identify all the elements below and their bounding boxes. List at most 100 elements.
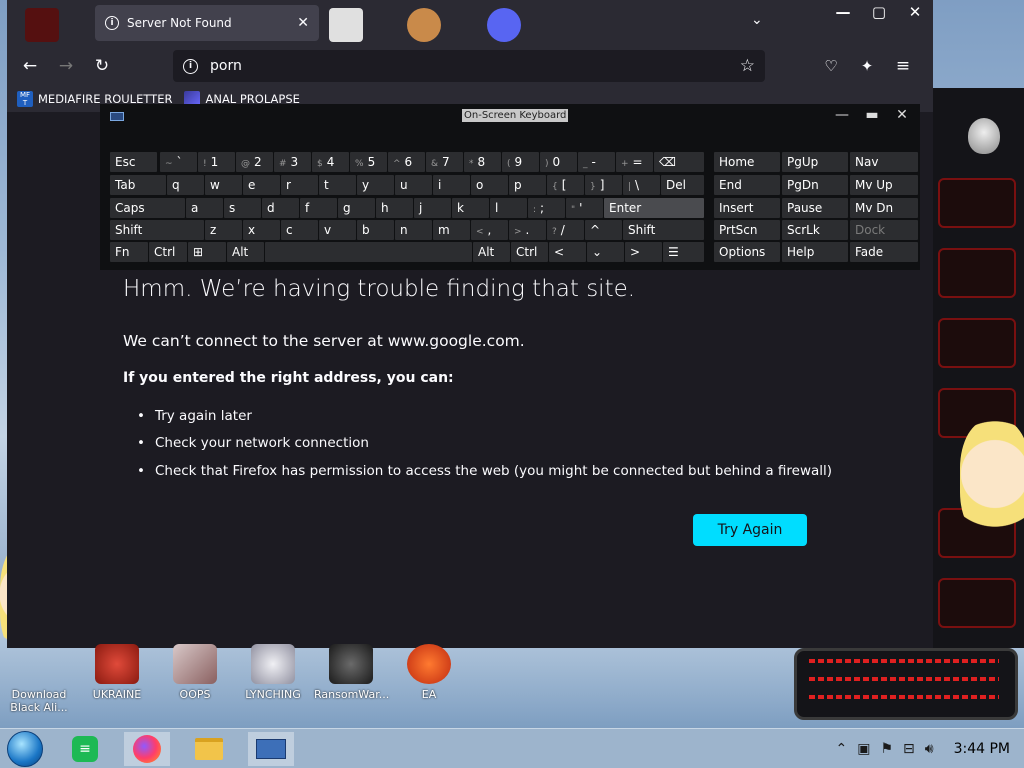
app-tray-icon[interactable]: ▣ — [857, 741, 870, 757]
osk-key-Tab[interactable]: Tab — [110, 175, 166, 195]
network-icon[interactable]: ⊟ — [903, 741, 915, 757]
osk-key-Ctrl[interactable]: Ctrl — [511, 242, 548, 262]
osk-key-nav[interactable]: Nav — [850, 152, 918, 172]
osk-key-x[interactable]: x — [243, 220, 280, 240]
osk-close-button[interactable]: ✕ — [894, 104, 910, 126]
pinned-tab-icon[interactable] — [25, 8, 59, 42]
osk-key-home[interactable]: Home — [714, 152, 780, 172]
show-hidden-icons-icon[interactable]: ⌃ — [835, 741, 847, 757]
try-again-button[interactable]: Try Again — [693, 514, 807, 546]
osk-key-u[interactable]: u — [395, 175, 432, 195]
osk-key-w[interactable]: w — [205, 175, 242, 195]
desktop-icon-ea[interactable]: EA — [392, 644, 466, 701]
tab-thumbnail[interactable] — [329, 8, 363, 42]
osk-key-<[interactable]: < — [549, 242, 586, 262]
osk-key-o[interactable]: o — [471, 175, 508, 195]
osk-key-Del[interactable]: Del — [661, 175, 704, 195]
osk-key-.[interactable]: >. — [509, 220, 546, 240]
osk-key-^[interactable]: ^ — [585, 220, 622, 240]
osk-titlebar[interactable]: On-Screen Keyboard — ▬ ✕ — [100, 104, 920, 128]
osk-key-/[interactable]: ? / — [547, 220, 584, 240]
site-info-icon[interactable]: i — [183, 58, 198, 74]
close-tab-icon[interactable]: ✕ — [297, 15, 309, 31]
osk-key-9[interactable]: (9 — [502, 152, 539, 172]
osk-key-mv-dn[interactable]: Mv Dn — [850, 198, 918, 218]
osk-key-z[interactable]: z — [205, 220, 242, 240]
osk-key-s[interactable]: s — [224, 198, 261, 218]
osk-key-y[interactable]: y — [357, 175, 394, 195]
osk-key-,[interactable]: <, — [471, 220, 508, 240]
osk-key-Caps[interactable]: Caps — [110, 198, 185, 218]
flag-icon[interactable]: ⚑ — [880, 741, 893, 757]
osk-key--[interactable]: _ - — [578, 152, 615, 172]
osk-key-Shift[interactable]: Shift — [623, 220, 704, 240]
minimize-button[interactable]: — — [825, 0, 861, 26]
osk-key-j[interactable]: j — [414, 198, 451, 218]
osk-key-8[interactable]: * 8 — [464, 152, 501, 172]
osk-key-a[interactable]: a — [186, 198, 223, 218]
osk-key-⌄[interactable]: ⌄ — [587, 242, 624, 262]
osk-key-☰[interactable]: ☰ — [663, 242, 704, 262]
osk-key-⊞[interactable]: ⊞ — [188, 242, 226, 262]
osk-key-[[interactable]: {[ — [547, 175, 584, 195]
osk-key-dock[interactable]: Dock — [850, 220, 918, 240]
osk-key-pgdn[interactable]: PgDn — [782, 175, 848, 195]
osk-key-'[interactable]: " ' — [566, 198, 603, 218]
osk-key-k[interactable]: k — [452, 198, 489, 218]
spotify-icon[interactable]: ≡ — [62, 732, 108, 766]
osk-key-;[interactable]: :; — [528, 198, 565, 218]
osk-key-n[interactable]: n — [395, 220, 432, 240]
chevron-down-icon[interactable]: ⌄ — [751, 12, 763, 28]
osk-key-f[interactable]: f — [300, 198, 337, 218]
clock[interactable]: 3:44 PM — [954, 741, 1010, 757]
osk-key-3[interactable]: #3 — [274, 152, 311, 172]
osk-key-0[interactable]: ) 0 — [540, 152, 577, 172]
osk-key-prtscn[interactable]: PrtScn — [714, 220, 780, 240]
osk-key-4[interactable]: $4 — [312, 152, 349, 172]
tab-server-not-found[interactable]: i Server Not Found ✕ — [95, 5, 319, 41]
osk-key-pgup[interactable]: PgUp — [782, 152, 848, 172]
osk-key-Fn[interactable]: Fn — [110, 242, 148, 262]
osk-key-g[interactable]: g — [338, 198, 375, 218]
start-button[interactable] — [7, 731, 43, 767]
file-explorer-icon[interactable] — [186, 732, 232, 766]
desktop-icon-ukraine[interactable]: UKRAINE — [80, 644, 154, 701]
osk-key-space[interactable] — [265, 242, 472, 262]
osk-key-mv-up[interactable]: Mv Up — [850, 175, 918, 195]
volume-icon[interactable]: 🔊︎ — [925, 741, 934, 757]
url-bar[interactable]: i porn ☆ — [173, 50, 765, 82]
osk-key-help[interactable]: Help — [782, 242, 848, 262]
reload-button[interactable]: ↻ — [90, 55, 114, 77]
osk-key-\[interactable]: | \ — [623, 175, 660, 195]
osk-key-Ctrl[interactable]: Ctrl — [149, 242, 187, 262]
osk-key-Enter[interactable]: Enter — [604, 198, 704, 218]
extensions-icon[interactable]: ✦ — [855, 55, 879, 77]
osk-key-6[interactable]: ^ 6 — [388, 152, 425, 172]
osk-key-=[interactable]: + = — [616, 152, 653, 172]
osk-key-⌫[interactable]: ⌫ — [654, 152, 704, 172]
osk-key-5[interactable]: % 5 — [350, 152, 387, 172]
back-button[interactable]: ← — [18, 55, 42, 77]
osk-key-l[interactable]: l — [490, 198, 527, 218]
osk-key-][interactable]: }] — [585, 175, 622, 195]
osk-key-h[interactable]: h — [376, 198, 413, 218]
desktop-icon-oops[interactable]: OOPS — [158, 644, 232, 701]
bookmark-star-icon[interactable]: ☆ — [740, 56, 755, 76]
osk-key-p[interactable]: p — [509, 175, 546, 195]
osk-key-1[interactable]: ! 1 — [198, 152, 235, 172]
osk-key-Esc[interactable]: Esc — [110, 152, 157, 172]
osk-key-fade[interactable]: Fade — [850, 242, 918, 262]
osk-key-scrlk[interactable]: ScrLk — [782, 220, 848, 240]
osk-key->[interactable]: > — [625, 242, 662, 262]
url-input[interactable]: porn — [210, 58, 740, 74]
osk-key-e[interactable]: e — [243, 175, 280, 195]
maximize-button[interactable]: ▢ — [861, 0, 897, 26]
firefox-icon[interactable] — [124, 732, 170, 766]
osk-minimize-button[interactable]: — — [834, 104, 850, 126]
tab-thumbnail[interactable] — [407, 8, 441, 42]
close-window-button[interactable]: ✕ — [897, 0, 933, 26]
osk-key-end[interactable]: End — [714, 175, 780, 195]
pocket-icon[interactable]: ♡ — [819, 55, 843, 77]
osk-key-m[interactable]: m — [433, 220, 470, 240]
menu-icon[interactable]: ≡ — [891, 55, 915, 77]
